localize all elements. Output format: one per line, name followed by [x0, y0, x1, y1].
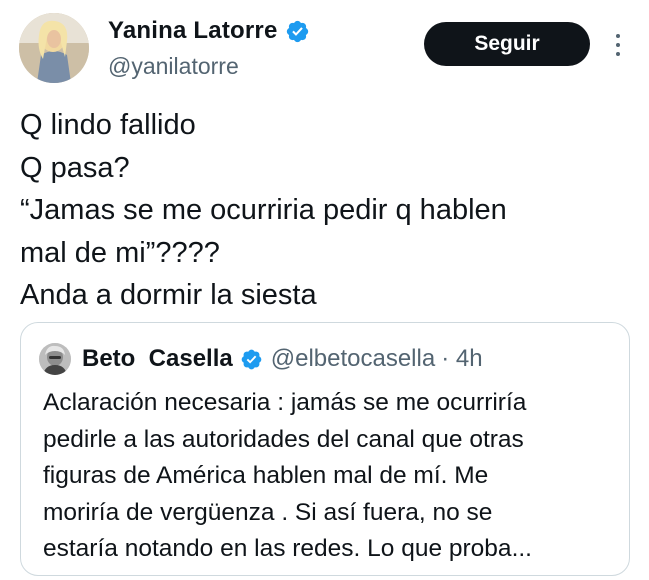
- tweet-line: “Jamas se me ocurriria pedir q hablen: [20, 194, 507, 226]
- more-dot: [616, 43, 620, 47]
- quoted-author-handle[interactable]: @elbetocasella: [271, 345, 435, 373]
- more-dot: [616, 34, 620, 38]
- verified-badge-icon: [241, 349, 262, 369]
- tweet-line: Q pasa?: [20, 151, 130, 184]
- follow-button[interactable]: Seguir: [424, 22, 590, 66]
- quoted-tweet-time[interactable]: · 4h: [441, 345, 482, 373]
- quoted-line: figuras de América hablen mal de mí. Me: [43, 462, 489, 489]
- tweet-header: Yanina Latorre @yanilatorre Seguir: [0, 0, 649, 96]
- tweet-line: Anda a dormir la siesta: [20, 279, 317, 311]
- author-name-row: Yanina Latorre: [108, 17, 310, 45]
- profile-photo-icon: [39, 343, 71, 375]
- more-vertical-icon[interactable]: [606, 28, 630, 62]
- tweet-line: mal de mi”????: [20, 236, 220, 269]
- author-avatar[interactable]: [19, 13, 89, 83]
- quoted-line: moriría de vergüenza . Si así fuera, no …: [43, 498, 493, 526]
- quoted-line: pedirle a las autoridades del canal que …: [43, 425, 524, 453]
- profile-photo-icon: [19, 13, 89, 83]
- quoted-author-avatar[interactable]: [39, 343, 71, 375]
- quoted-tweet-header: Beto Casella @elbetocasella · 4h: [39, 343, 483, 375]
- author-name[interactable]: Yanina Latorre: [108, 17, 278, 45]
- more-dot: [616, 52, 620, 56]
- quoted-tweet-card[interactable]: Beto Casella @elbetocasella · 4h Aclarac…: [20, 322, 630, 576]
- tweet-text: Q lindo fallido Q pasa? “Jamas se me ocu…: [20, 104, 620, 317]
- quoted-tweet-text: Aclaración necesaria : jamás se me ocurr…: [43, 385, 623, 568]
- verified-badge-icon: [286, 20, 308, 42]
- quoted-line: estaría notando en las redes. Lo que pro…: [43, 535, 532, 562]
- quoted-author-name[interactable]: Beto Casella: [82, 345, 233, 373]
- quoted-line: Aclaración necesaria : jamás se me ocurr…: [43, 389, 527, 416]
- tweet-line: Q lindo fallido: [20, 109, 196, 141]
- author-handle[interactable]: @yanilatorre: [108, 53, 239, 80]
